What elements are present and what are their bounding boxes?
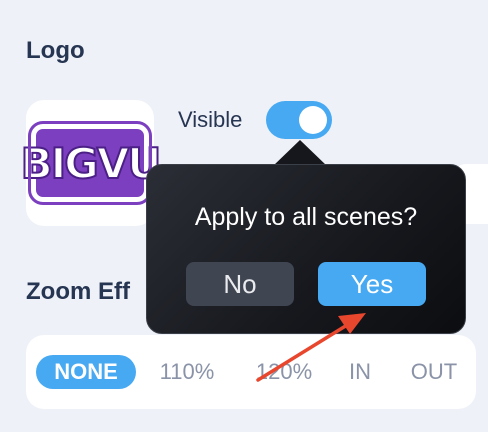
annotation-arrow-icon bbox=[256, 313, 366, 382]
